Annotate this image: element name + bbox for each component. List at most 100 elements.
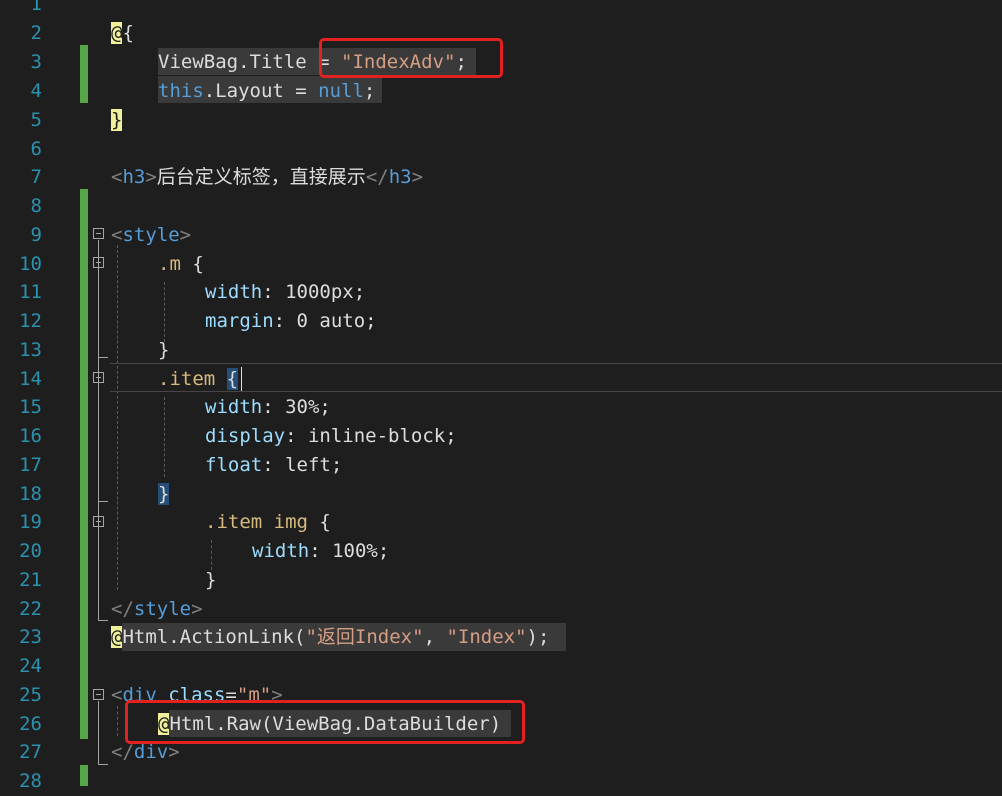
css-property: float [205, 454, 263, 476]
collapse-toggle-icon[interactable] [93, 689, 104, 700]
code-editor[interactable]: 1 2 3 4 5 6 7 8 9 10 11 12 13 14 15 16 1… [0, 0, 1002, 792]
css-property: width [252, 540, 310, 562]
code-line-14[interactable]: .item { [158, 365, 239, 394]
line-number: 4 [30, 80, 42, 102]
code-line-23[interactable]: @Html.ActionLink("返回Index", "Index"); [111, 623, 549, 652]
change-marker [80, 765, 88, 786]
code-line-19[interactable]: .item img { [205, 508, 331, 537]
tag-text: 后台定义标签，直接展示 [156, 166, 366, 188]
collapse-toggle-icon[interactable] [93, 228, 104, 239]
line-number: 21 [19, 569, 42, 591]
outline-line [98, 240, 99, 620]
code-token: Title [249, 51, 307, 73]
code-line-15[interactable]: width: 30%; [205, 393, 331, 422]
line-number: 9 [30, 224, 42, 246]
keyword: this [158, 80, 204, 102]
line-number: 19 [19, 511, 42, 533]
tag-delimiter: < [111, 684, 123, 706]
indent-guide [164, 282, 165, 342]
outline-line-end [98, 620, 108, 621]
line-number: 14 [19, 368, 42, 390]
code-token: .Layout = [203, 80, 319, 102]
css-property: margin [205, 310, 274, 332]
code-token: ViewBag. [158, 51, 250, 73]
tag-delimiter: > [411, 166, 424, 188]
indent-guide [117, 245, 118, 590]
line-number: 11 [19, 281, 42, 303]
current-line-highlight [110, 363, 1002, 392]
string-literal: "Index" [446, 626, 527, 648]
line-number: 26 [19, 713, 42, 735]
keyword: null [318, 80, 364, 102]
code-line-7[interactable]: <h3>后台定义标签，直接展示</h3> [111, 163, 423, 192]
code-line-16[interactable]: display: inline-block; [205, 422, 457, 451]
code-line-4[interactable]: this.Layout = null; [158, 77, 375, 106]
line-number: 3 [30, 51, 42, 73]
css-selector: .item [158, 368, 216, 390]
code-brace: { [180, 253, 204, 275]
code-line-17[interactable]: float: left; [205, 451, 342, 480]
code-line-10[interactable]: .m { [158, 250, 204, 279]
css-property: width [205, 281, 263, 303]
tag-name: style [122, 224, 180, 246]
css-value: : 0 auto; [273, 310, 377, 332]
code-brace: { [122, 22, 134, 44]
css-value: : 100%; [309, 540, 390, 562]
code-token: ; [363, 80, 376, 102]
tag-delimiter: </ [111, 598, 134, 620]
code-line-20[interactable]: width: 100%; [252, 537, 389, 566]
line-number: 2 [30, 22, 42, 44]
code-line-2[interactable]: @{ [111, 19, 134, 48]
line-number: 7 [30, 166, 42, 188]
css-value: : inline-block; [285, 425, 457, 447]
code-token: Html.ActionLink( [122, 626, 306, 648]
code-line-22[interactable]: </style> [111, 595, 203, 624]
code-line-12[interactable]: margin: 0 auto; [205, 307, 377, 336]
code-line-21[interactable]: } [205, 566, 216, 595]
code-line-13[interactable]: } [158, 336, 169, 365]
code-line-18[interactable]: } [158, 480, 170, 509]
css-selector: .m [158, 253, 181, 275]
line-number: 8 [30, 195, 42, 217]
outline-line [98, 701, 99, 764]
text-caret [241, 367, 242, 391]
code-line-11[interactable]: width: 1000px; [205, 278, 365, 307]
line-number: 24 [19, 655, 42, 677]
line-number: 18 [19, 483, 42, 505]
line-number: 6 [30, 138, 42, 160]
line-number: 12 [19, 310, 42, 332]
tag-delimiter: > [179, 224, 192, 246]
line-number: 20 [19, 540, 42, 562]
line-number: 16 [19, 425, 42, 447]
code-brace: { [307, 511, 331, 533]
razor-at-symbol: @ [111, 626, 123, 648]
code-brace: } [205, 569, 217, 591]
code-brace: } [111, 109, 123, 131]
line-number: 22 [19, 598, 42, 620]
tag-delimiter: < [111, 166, 123, 188]
code-line-9[interactable]: <style> [111, 221, 191, 250]
line-number: 25 [19, 684, 42, 706]
code-token: , [423, 626, 447, 648]
tag-name: h3 [122, 166, 146, 188]
indent-guide [164, 397, 165, 477]
code-line-5[interactable]: } [111, 106, 123, 135]
tag-delimiter: </ [111, 741, 134, 763]
css-value: : 30%; [262, 396, 331, 418]
line-number: 17 [19, 454, 42, 476]
css-property: width [205, 396, 263, 418]
tag-name: h3 [388, 166, 412, 188]
line-number: 23 [19, 626, 42, 648]
css-value: : 1000px; [262, 281, 366, 303]
line-number: 15 [19, 396, 42, 418]
change-marker [80, 45, 88, 103]
code-token: ); [526, 626, 550, 648]
tag-delimiter: > [191, 598, 203, 620]
line-number: 27 [19, 741, 42, 763]
indent-guide [117, 706, 118, 736]
outline-line-end [98, 501, 108, 502]
tag-name: div [133, 741, 169, 763]
line-number: 10 [19, 253, 42, 275]
code-brace: } [158, 339, 170, 361]
